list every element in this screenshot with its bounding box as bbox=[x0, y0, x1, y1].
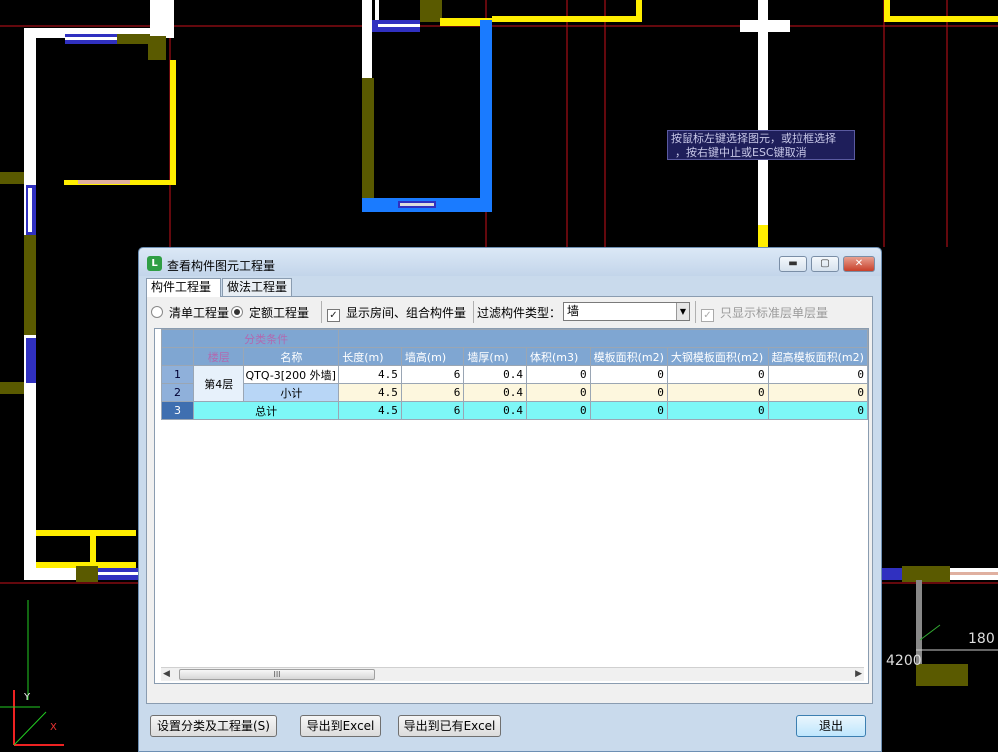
thickness-cell[interactable]: 0.4 bbox=[463, 383, 527, 402]
column-header-height[interactable]: 墙高(m) bbox=[400, 347, 465, 366]
column-header-thickness[interactable]: 墙厚(m) bbox=[463, 347, 527, 366]
axis-x-label: X bbox=[50, 722, 57, 733]
volume-cell[interactable]: 0 bbox=[525, 383, 591, 402]
export-existing-excel-button[interactable]: 导出到已有Excel bbox=[398, 715, 501, 737]
filter-type-label: 过滤构件类型： bbox=[477, 306, 562, 320]
checkbox-standard-floor: ✓ 只显示标准层单层量 bbox=[701, 304, 828, 322]
table-row-total[interactable]: 3 总计 4.5 6 0.4 0 0 0 0 bbox=[161, 401, 868, 420]
subtotal-label[interactable]: 小计 bbox=[243, 383, 340, 402]
steel-formwork-cell[interactable]: 0 bbox=[666, 365, 769, 384]
length-cell[interactable]: 4.5 bbox=[338, 383, 402, 402]
column-header-steel-formwork-area[interactable]: 大钢模板面积(m2) bbox=[666, 347, 769, 366]
corner-cell bbox=[161, 347, 194, 366]
table-header-group-row: 分类条件 bbox=[161, 329, 868, 348]
corner-cell bbox=[161, 329, 194, 348]
height-cell[interactable]: 6 bbox=[400, 401, 465, 420]
formwork-cell[interactable]: 0 bbox=[589, 401, 668, 420]
thickness-cell[interactable]: 0.4 bbox=[463, 365, 527, 384]
option-separator bbox=[321, 301, 322, 323]
dimension-label-180: 180 bbox=[968, 631, 995, 647]
table-row[interactable]: 1 第4层 QTQ-3[200 外墙] 4.5 6 0.4 0 0 0 0 bbox=[161, 365, 868, 402]
checkbox-box-checked: ✓ bbox=[327, 309, 340, 322]
radio-circle bbox=[151, 306, 163, 318]
total-label[interactable]: 总计 bbox=[192, 401, 340, 420]
super-formwork-cell[interactable]: 0 bbox=[767, 365, 868, 384]
option-separator bbox=[473, 301, 474, 323]
options-row: 清单工程量 定额工程量 ✓ 显示房间、组合构件量 过滤构件类型： 墙 ▼ ✓ 只显示… bbox=[147, 301, 872, 323]
quantity-table: 分类条件 楼层 名称 长度(m) 墙高(m) 墙厚(m) 体积(m3) 模板面积… bbox=[161, 329, 868, 420]
formwork-cell[interactable]: 0 bbox=[589, 365, 668, 384]
checkbox-box-disabled: ✓ bbox=[701, 309, 714, 322]
chevron-down-icon[interactable]: ▼ bbox=[676, 303, 689, 320]
row-number: 3 bbox=[161, 401, 194, 420]
volume-cell[interactable]: 0 bbox=[525, 401, 591, 420]
exit-button[interactable]: 退出 bbox=[796, 715, 866, 737]
tab-panel: 清单工程量 定额工程量 ✓ 显示房间、组合构件量 过滤构件类型： 墙 ▼ ✓ 只显示… bbox=[146, 296, 873, 704]
checkbox-standard-floor-label: 只显示标准层单层量 bbox=[720, 306, 829, 320]
export-excel-button[interactable]: 导出到Excel bbox=[300, 715, 381, 737]
settings-button[interactable]: 设置分类及工程量(S) bbox=[150, 715, 277, 737]
column-header-floor[interactable]: 楼层 bbox=[192, 347, 245, 366]
formwork-cell[interactable]: 0 bbox=[589, 383, 668, 402]
floor-cell[interactable]: 第4层 bbox=[192, 365, 245, 402]
dialog-titlebar[interactable]: L 查看构件图元工程量 ▬ ▢ ✕ bbox=[139, 248, 881, 276]
volume-cell[interactable]: 0 bbox=[525, 365, 591, 384]
column-header-name[interactable]: 名称 bbox=[243, 347, 340, 366]
tab-method-quantity[interactable]: 做法工程量 bbox=[222, 278, 292, 296]
app-icon: L bbox=[147, 256, 162, 271]
maximize-button[interactable]: ▢ bbox=[811, 256, 839, 272]
checkbox-show-room[interactable]: ✓ 显示房间、组合构件量 bbox=[327, 304, 466, 322]
group-header-category: 分类条件 bbox=[192, 329, 340, 348]
axis-y-label: Y bbox=[24, 692, 31, 703]
radio-list-quantity[interactable]: 清单工程量 bbox=[151, 304, 229, 321]
length-cell[interactable]: 4.5 bbox=[338, 365, 402, 384]
selection-hint-tooltip: 按鼠标左键选择图元，或拉框选择 ，按右键中止或ESC键取消 bbox=[667, 130, 855, 160]
tooltip-line-1: 按鼠标左键选择图元，或拉框选择 bbox=[671, 132, 836, 145]
dialog-title: 查看构件图元工程量 bbox=[167, 259, 276, 273]
middle-room-walls bbox=[362, 0, 642, 212]
scroll-left-icon[interactable]: ◀ bbox=[163, 668, 170, 681]
super-formwork-cell[interactable]: 0 bbox=[767, 401, 868, 420]
steel-formwork-cell[interactable]: 0 bbox=[666, 383, 769, 402]
dimension-label-4200: 4200 bbox=[886, 653, 922, 669]
minimize-button[interactable]: ▬ bbox=[779, 256, 807, 272]
filter-type-value: 墙 bbox=[567, 304, 580, 318]
quantity-table-grid[interactable]: 分类条件 楼层 名称 长度(m) 墙高(m) 墙厚(m) 体积(m3) 模板面积… bbox=[154, 328, 869, 684]
row-number: 1 bbox=[161, 365, 194, 384]
scroll-thumb[interactable]: III bbox=[179, 669, 375, 680]
radio-circle-checked bbox=[231, 306, 243, 318]
horizontal-scrollbar[interactable]: ◀ III ▶ bbox=[161, 667, 864, 681]
tab-component-quantity[interactable]: 构件工程量 bbox=[146, 278, 221, 297]
group-header-empty bbox=[338, 329, 868, 348]
thickness-cell[interactable]: 0.4 bbox=[463, 401, 527, 420]
name-cell[interactable]: QTQ-3[200 外墙] bbox=[243, 365, 340, 384]
scroll-right-icon[interactable]: ▶ bbox=[855, 668, 862, 681]
table-header-row: 楼层 名称 长度(m) 墙高(m) 墙厚(m) 体积(m3) 模板面积(m2) … bbox=[161, 347, 868, 366]
table-row-subtotal[interactable]: 2 小计 4.5 6 0.4 0 0 0 0 bbox=[161, 383, 868, 402]
column-header-super-height-formwork[interactable]: 超高模板面积(m2) bbox=[767, 347, 868, 366]
steel-formwork-cell[interactable]: 0 bbox=[666, 401, 769, 420]
component-quantity-dialog: L 查看构件图元工程量 ▬ ▢ ✕ 构件工程量 做法工程量 清单工程量 定额工程… bbox=[138, 247, 882, 752]
column-header-volume[interactable]: 体积(m3) bbox=[525, 347, 591, 366]
filter-type-select[interactable]: 墙 ▼ bbox=[563, 302, 690, 321]
length-cell[interactable]: 4.5 bbox=[338, 401, 402, 420]
checkbox-show-room-label: 显示房间、组合构件量 bbox=[346, 306, 467, 320]
radio-list-label: 清单工程量 bbox=[169, 306, 230, 320]
height-cell[interactable]: 6 bbox=[400, 365, 465, 384]
radio-quota-label: 定额工程量 bbox=[249, 306, 310, 320]
column-header-formwork-area[interactable]: 模板面积(m2) bbox=[589, 347, 668, 366]
close-button[interactable]: ✕ bbox=[843, 256, 875, 272]
height-cell[interactable]: 6 bbox=[400, 383, 465, 402]
tooltip-line-2: ，按右键中止或ESC键取消 bbox=[675, 146, 807, 159]
row-number: 2 bbox=[161, 383, 194, 402]
column-header-length[interactable]: 长度(m) bbox=[338, 347, 402, 366]
super-formwork-cell[interactable]: 0 bbox=[767, 383, 868, 402]
radio-quota-quantity[interactable]: 定额工程量 bbox=[231, 304, 309, 321]
option-separator bbox=[695, 301, 696, 323]
